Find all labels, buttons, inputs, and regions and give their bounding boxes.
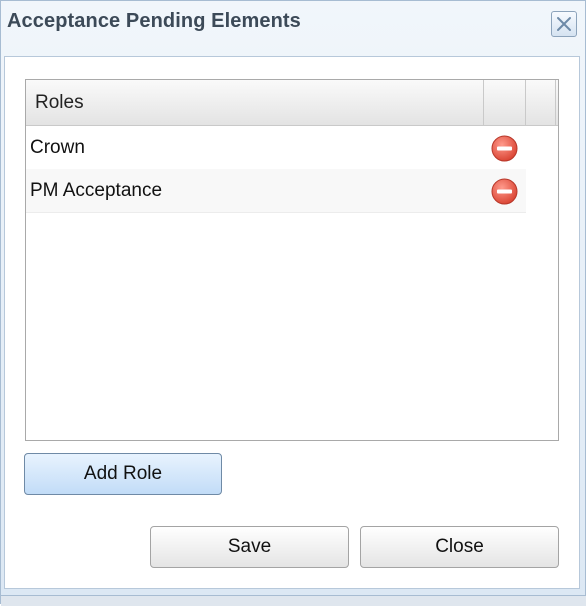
table-row[interactable]: Crown (26, 126, 526, 170)
grid-header: Roles (26, 80, 558, 126)
dialog-bottom-edge (1, 595, 586, 606)
header-divider (483, 80, 484, 125)
dialog: Acceptance Pending Elements Roles Crown (0, 0, 586, 606)
header-divider (525, 80, 526, 125)
remove-role-button[interactable] (491, 178, 518, 205)
dialog-title: Acceptance Pending Elements (7, 10, 301, 32)
close-dialog-button[interactable] (551, 11, 577, 37)
remove-role-button[interactable] (491, 135, 518, 162)
close-button[interactable]: Close (360, 526, 559, 568)
close-x-icon (557, 17, 571, 31)
table-row[interactable]: PM Acceptance (26, 169, 526, 213)
remove-icon (491, 135, 518, 162)
dialog-titlebar: Acceptance Pending Elements (1, 1, 585, 45)
roles-grid: Roles Crown PM Acceptance (25, 79, 559, 441)
header-divider (555, 80, 556, 125)
role-name: PM Acceptance (30, 180, 163, 201)
remove-icon (491, 178, 518, 205)
column-header-roles[interactable]: Roles (35, 92, 84, 114)
role-name: Crown (30, 137, 85, 158)
dialog-content: Roles Crown PM Acceptance Add Role Save … (4, 56, 580, 589)
add-role-button[interactable]: Add Role (24, 453, 222, 495)
save-button[interactable]: Save (150, 526, 349, 568)
